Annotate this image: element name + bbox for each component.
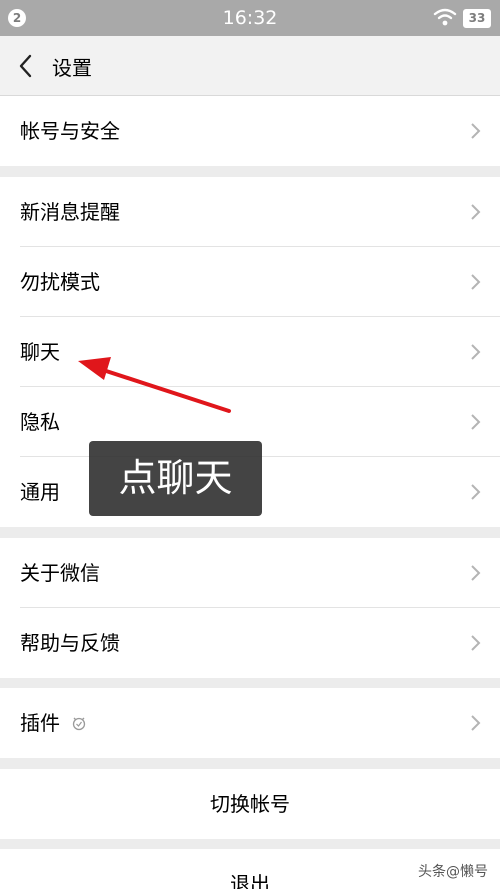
chevron-right-icon [471, 414, 481, 430]
settings-item-label: 帐号与安全 [20, 119, 120, 143]
status-bar: 2 16:32 33 [0, 0, 500, 36]
settings-item-label: 隐私 [20, 410, 60, 434]
settings-item-label: 聊天 [20, 340, 60, 364]
settings-item-label: 新消息提醒 [20, 200, 120, 224]
battery-indicator: 33 [463, 9, 491, 28]
chevron-right-icon [471, 715, 481, 731]
status-time: 16:32 [222, 7, 278, 29]
settings-item-account-security[interactable]: 帐号与安全 [0, 96, 500, 166]
settings-item-help-feedback[interactable]: 帮助与反馈 [0, 608, 500, 678]
chevron-right-icon [471, 344, 481, 360]
switch-account-button[interactable]: 切换帐号 [0, 769, 500, 839]
settings-item-about-wechat[interactable]: 关于微信 [0, 538, 500, 608]
watermark-text: 头条@懒号 [418, 864, 488, 880]
plugin-icon [72, 717, 86, 731]
chevron-right-icon [471, 204, 481, 220]
page-title: 设置 [52, 56, 92, 80]
navigation-bar: 设置 [0, 36, 500, 96]
annotation-overlay: 点聊天 [89, 441, 262, 516]
settings-item-label: 帮助与反馈 [20, 631, 120, 655]
wifi-icon [433, 8, 457, 26]
back-arrow-icon[interactable] [14, 52, 38, 80]
settings-item-plugins[interactable]: 插件 [0, 688, 500, 758]
settings-item-label: 勿扰模式 [20, 270, 100, 294]
switch-account-label: 切换帐号 [210, 792, 290, 816]
chevron-right-icon [471, 484, 481, 500]
chevron-right-icon [471, 123, 481, 139]
settings-item-label: 通用 [20, 480, 60, 504]
chevron-right-icon [471, 635, 481, 651]
settings-item-label: 关于微信 [20, 561, 100, 585]
settings-item-label: 插件 [20, 711, 60, 735]
chevron-right-icon [471, 565, 481, 581]
chevron-right-icon [471, 274, 481, 290]
settings-item-new-message-alerts[interactable]: 新消息提醒 [0, 177, 500, 247]
settings-item-chat[interactable]: 聊天 [0, 317, 500, 387]
settings-item-do-not-disturb[interactable]: 勿扰模式 [0, 247, 500, 317]
